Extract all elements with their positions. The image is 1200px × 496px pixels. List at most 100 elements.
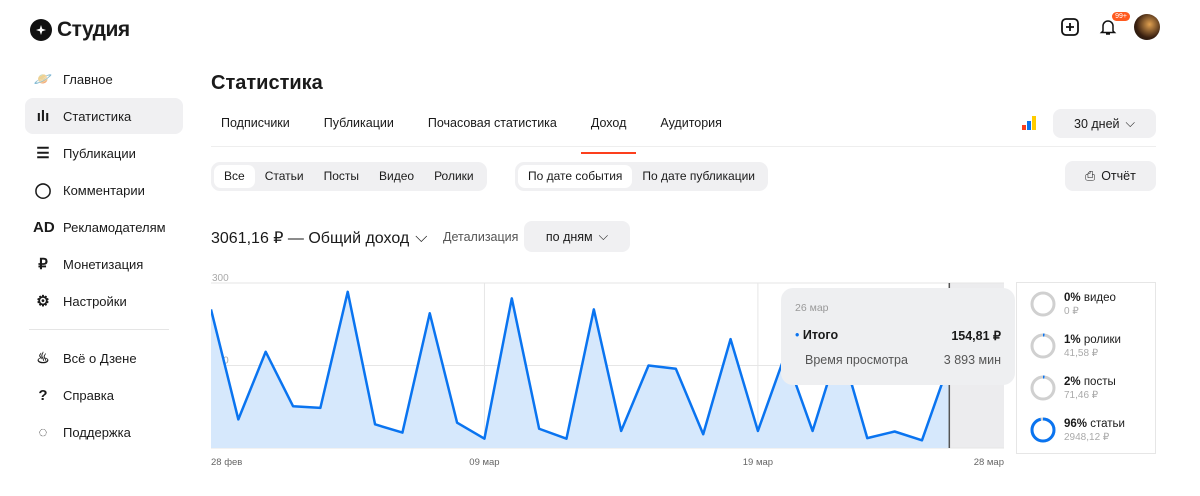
breakdown-amount: 41,58 ₽ bbox=[1064, 347, 1099, 359]
content-filter-option[interactable]: Статьи bbox=[255, 165, 314, 188]
stats-tabs: Подписчики Публикации Почасовая статистика… bbox=[211, 108, 1156, 154]
breakdown-amount: 71,46 ₽ bbox=[1064, 389, 1099, 401]
sidebar-item-label: Публикации bbox=[63, 145, 136, 161]
tab[interactable]: Почасовая статистика bbox=[418, 108, 567, 146]
report-icon: ⎙ bbox=[1085, 168, 1096, 183]
chevron-down-icon: ⌵ bbox=[415, 229, 428, 246]
total-income-dropdown[interactable]: 3061,16 ₽ — Общий доход ⌵ bbox=[211, 228, 427, 248]
breakdown-name: статьи bbox=[1090, 417, 1125, 430]
x-tick-label: 28 мар bbox=[974, 457, 1004, 468]
content-filter: Все Статьи Посты Видео Ролики bbox=[211, 162, 487, 191]
period-dropdown[interactable]: 30 дней ⌵ bbox=[1053, 109, 1156, 138]
total-income: 3061,16 ₽ — Общий доход bbox=[211, 230, 410, 247]
sidebar-item-label: Монетизация bbox=[63, 256, 144, 272]
donut-icon bbox=[1030, 417, 1056, 443]
tab[interactable]: Аудитория bbox=[650, 108, 732, 146]
breakdown-name: видео bbox=[1083, 291, 1116, 304]
flame-icon: ♨ bbox=[36, 350, 50, 367]
breakdown-amount: 0 ₽ bbox=[1064, 305, 1079, 317]
chevron-down-icon: ⌵ bbox=[598, 229, 609, 243]
publications-icon: ☰ bbox=[36, 145, 50, 162]
sidebar-item[interactable]: ◌ Поддержка bbox=[25, 414, 183, 450]
plus-icon bbox=[1061, 18, 1079, 36]
sidebar-item[interactable]: 🪐 Главное bbox=[25, 61, 183, 97]
planet-icon: 🪐 bbox=[33, 71, 53, 88]
sidebar-divider bbox=[29, 329, 169, 330]
content-filter-option[interactable]: Все bbox=[214, 165, 255, 188]
notifications-button[interactable]: 99+ bbox=[1096, 12, 1130, 39]
sidebar-item[interactable]: ₽ Монетизация bbox=[25, 246, 183, 282]
sidebar-item[interactable]: ⚙ Настройки bbox=[25, 283, 183, 319]
x-tick-label: 09 мар bbox=[469, 457, 499, 468]
support-icon: ◌ bbox=[38, 423, 48, 441]
series-dot-icon: • bbox=[795, 328, 803, 342]
brand-name: Студия bbox=[57, 18, 130, 41]
date-filter-option[interactable]: По дате события bbox=[518, 165, 633, 188]
studio-logo[interactable]: Студия bbox=[30, 18, 130, 42]
sidebar-item-label: Комментарии bbox=[63, 182, 145, 198]
sidebar-item[interactable]: AD Рекламодателям bbox=[25, 209, 183, 245]
tab[interactable]: Публикации bbox=[314, 108, 404, 146]
breakdown-amount: 2948,12 ₽ bbox=[1064, 431, 1110, 443]
avatar[interactable] bbox=[1134, 14, 1160, 40]
tab[interactable]: Доход bbox=[580, 108, 637, 154]
breakdown-item: 0% видео 0 ₽ bbox=[1017, 283, 1155, 325]
breakdown-name: посты bbox=[1083, 375, 1116, 388]
report-button[interactable]: ⎙ Отчёт bbox=[1065, 161, 1156, 191]
sidebar-item-label: Всё о Дзене bbox=[63, 350, 137, 366]
page-title: Статистика bbox=[211, 72, 323, 94]
breakdown-percent: 96% bbox=[1064, 417, 1088, 430]
y-tick-label: 300 bbox=[212, 273, 229, 284]
sidebar-item[interactable]: ◯ Комментарии bbox=[25, 172, 183, 208]
sidebar-item-label: Рекламодателям bbox=[63, 219, 166, 235]
gear-icon: ⚙ bbox=[36, 293, 50, 310]
sidebar: 🪐 Главное ılı Статистика ☰ Публикации ◯ Коммент… bbox=[25, 61, 183, 451]
chevron-down-icon: ⌵ bbox=[1125, 116, 1135, 130]
breakdown-item: 96% статьи 2948,12 ₽ bbox=[1017, 409, 1155, 451]
breakdown-percent: 0% bbox=[1064, 291, 1081, 304]
tooltip-total-label: Итого bbox=[802, 328, 839, 342]
tooltip-time-value: 3 893 мин bbox=[943, 353, 1001, 367]
breakdown-percent: 1% bbox=[1064, 333, 1081, 346]
x-tick-label: 28 фев bbox=[211, 457, 242, 468]
bar-chart-icon: ılı bbox=[36, 107, 50, 125]
sidebar-item[interactable]: ılı Статистика bbox=[25, 98, 183, 134]
breakdown-name: ролики bbox=[1083, 333, 1121, 346]
donut-icon bbox=[1030, 333, 1056, 359]
report-label: Отчёт bbox=[1101, 169, 1136, 183]
sidebar-item-label: Справка bbox=[63, 387, 114, 403]
sidebar-item-label: Поддержка bbox=[63, 424, 131, 440]
breakdown-item: 2% посты 71,46 ₽ bbox=[1017, 367, 1155, 409]
header-actions: 99+ bbox=[1058, 12, 1160, 40]
add-button[interactable] bbox=[1058, 15, 1082, 39]
notification-badge: 99+ bbox=[1112, 12, 1130, 21]
sidebar-item-label: Статистика bbox=[63, 108, 132, 124]
donut-icon bbox=[1030, 291, 1056, 317]
breakdown-item: 1% ролики 41,58 ₽ bbox=[1017, 325, 1155, 367]
x-tick-label: 19 мар bbox=[743, 457, 773, 468]
sidebar-item[interactable]: ♨ Всё о Дзене bbox=[25, 340, 183, 376]
detail-value: по дням bbox=[545, 229, 593, 244]
ruble-icon: ₽ bbox=[38, 256, 48, 273]
donut-icon bbox=[1030, 375, 1056, 401]
sidebar-item[interactable]: ? Справка bbox=[25, 377, 183, 413]
date-filter-option[interactable]: По дате публикации bbox=[632, 165, 765, 188]
ad-icon: AD bbox=[33, 218, 55, 236]
content-filter-option[interactable]: Видео bbox=[369, 165, 424, 188]
sidebar-item[interactable]: ☰ Публикации bbox=[25, 135, 183, 171]
content-filter-option[interactable]: Посты bbox=[314, 165, 369, 188]
detail-label: Детализация bbox=[443, 230, 519, 244]
detail-dropdown[interactable]: по дням ⌵ bbox=[524, 221, 630, 252]
income-breakdown: 0% видео 0 ₽1% ролики 41,58 ₽2% посты 71,46… bbox=[1016, 282, 1156, 454]
tooltip-date: 26 мар bbox=[795, 302, 829, 314]
sidebar-item-label: Настройки bbox=[63, 293, 127, 309]
content-filter-option[interactable]: Ролики bbox=[424, 165, 484, 188]
rank-icon[interactable] bbox=[1022, 116, 1036, 130]
period-value: 30 дней bbox=[1074, 116, 1120, 131]
logo-icon bbox=[30, 19, 52, 41]
tooltip-total-value: 154,81 ₽ bbox=[951, 329, 1001, 343]
tab[interactable]: Подписчики bbox=[211, 108, 300, 146]
chart-tooltip: 26 мар • Итого 154,81 ₽ Время просмотра 3 … bbox=[781, 288, 1015, 385]
breakdown-percent: 2% bbox=[1064, 375, 1081, 388]
comment-icon: ◯ bbox=[34, 182, 52, 199]
